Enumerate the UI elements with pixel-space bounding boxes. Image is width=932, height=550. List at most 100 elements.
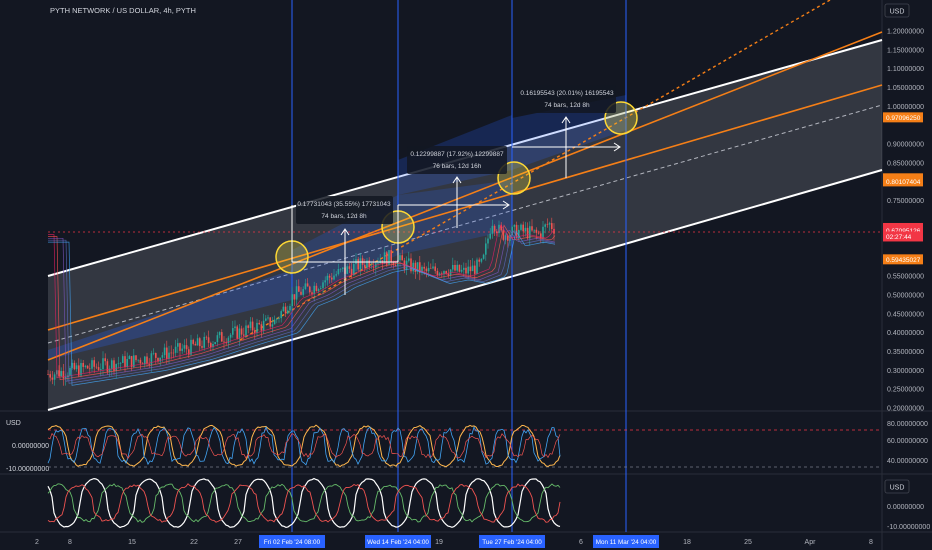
osc1-right-tick: 40.00000000 bbox=[887, 458, 928, 465]
price-tick: 1.10000000 bbox=[887, 66, 924, 73]
candle-body bbox=[49, 374, 51, 378]
candle-body bbox=[328, 275, 331, 278]
candle-body bbox=[232, 328, 234, 335]
osc1-currency: USD bbox=[6, 420, 21, 427]
svg-text:0.16195543 (20.01%) 16195543: 0.16195543 (20.01%) 16195543 bbox=[520, 90, 614, 97]
candle-body bbox=[122, 356, 124, 363]
time-tick: 15 bbox=[128, 539, 136, 546]
price-axis[interactable]: 1.20000000 1.15000000 1.10000000 1.05000000… bbox=[887, 29, 924, 413]
candle-body bbox=[317, 289, 320, 292]
osc1-lines[interactable] bbox=[47, 424, 561, 468]
candle-body bbox=[535, 229, 538, 233]
time-tick: 8 bbox=[68, 539, 72, 546]
candle-body bbox=[245, 325, 247, 336]
candle-body bbox=[163, 347, 166, 356]
candle-body bbox=[471, 265, 474, 272]
price-tick: 0.85000000 bbox=[887, 160, 924, 167]
candle-body bbox=[390, 250, 392, 263]
candle-body bbox=[82, 363, 84, 367]
candle-body bbox=[179, 343, 181, 351]
svg-text:74 bars, 12d 8h: 74 bars, 12d 8h bbox=[544, 102, 590, 109]
price-tick: 0.40000000 bbox=[887, 330, 924, 337]
candle-body bbox=[377, 263, 379, 264]
price-tick: 1.20000000 bbox=[887, 29, 924, 36]
candle-body bbox=[300, 291, 302, 295]
candle-body bbox=[430, 267, 432, 269]
candle-body bbox=[414, 262, 417, 272]
candle-body bbox=[60, 371, 62, 377]
candle-body bbox=[491, 225, 494, 234]
candle-body bbox=[348, 266, 351, 269]
osc2-right-tick: -10.00000000 bbox=[887, 524, 930, 531]
candle-body bbox=[234, 326, 236, 329]
osc1-right-tick: 60.00000000 bbox=[887, 438, 928, 445]
candle-body bbox=[93, 360, 95, 367]
candle-body bbox=[465, 267, 467, 274]
candle-body bbox=[119, 362, 122, 364]
candle-body bbox=[313, 285, 315, 295]
candle-body bbox=[551, 223, 553, 229]
trend-line-orange[interactable] bbox=[47, 84, 883, 331]
candle-body bbox=[221, 332, 223, 342]
candle-body bbox=[399, 255, 401, 261]
candle-body bbox=[278, 318, 280, 319]
candle-body bbox=[203, 336, 205, 348]
osc2-lines[interactable] bbox=[47, 477, 561, 529]
candle-body bbox=[240, 328, 243, 335]
time-tick: Apr bbox=[805, 539, 817, 546]
candle-body bbox=[542, 226, 544, 238]
candle-body bbox=[478, 259, 480, 262]
candle-body bbox=[333, 275, 335, 280]
candle-body bbox=[331, 277, 333, 280]
candle-body bbox=[262, 320, 265, 331]
candle-body bbox=[128, 356, 131, 360]
candle-body bbox=[304, 283, 307, 290]
osc1-left-tick: 0.00000000 bbox=[12, 443, 49, 450]
candle-body bbox=[271, 324, 274, 327]
candle-body bbox=[185, 345, 188, 350]
price-tick: 0.35000000 bbox=[887, 349, 924, 356]
time-highlight-text: Tue 27 Feb '24 04:00 bbox=[482, 539, 542, 546]
candle-body bbox=[513, 224, 516, 227]
candle-body bbox=[315, 285, 318, 292]
chart-stage: 0.17731043 (35.55%) 17731043 74 bars, 12… bbox=[0, 0, 932, 550]
osc1-left-tick: -10.00000000 bbox=[6, 466, 49, 473]
price-tick: 0.20000000 bbox=[887, 406, 924, 413]
candle-body bbox=[91, 360, 93, 369]
candle-body bbox=[295, 286, 298, 300]
candle-body bbox=[227, 337, 230, 344]
svg-text:0.12299887 (17.92%) 12299887: 0.12299887 (17.92%) 12299887 bbox=[410, 151, 504, 158]
candle-body bbox=[170, 352, 172, 354]
price-tick: 0.30000000 bbox=[887, 368, 924, 375]
candle-body bbox=[199, 338, 201, 347]
candle-body bbox=[102, 358, 104, 370]
candle-body bbox=[339, 268, 342, 270]
time-highlights: Fri 02 Feb '24 08:00 Wed 14 Feb '24 04:00… bbox=[259, 535, 659, 548]
price-badge-text: 0.59435027 bbox=[886, 257, 921, 264]
candle-body bbox=[533, 229, 535, 231]
svg-text:74 bars, 12d 8h: 74 bars, 12d 8h bbox=[321, 213, 367, 220]
candle-body bbox=[467, 266, 469, 274]
candle-body bbox=[456, 264, 458, 271]
candle-body bbox=[298, 286, 300, 292]
time-tick: 22 bbox=[190, 539, 198, 546]
candle-body bbox=[210, 342, 212, 348]
svg-text:0.17731043 (35.55%) 17731043: 0.17731043 (35.55%) 17731043 bbox=[297, 201, 391, 208]
candle-body bbox=[342, 267, 344, 269]
candle-body bbox=[410, 258, 412, 272]
candle-body bbox=[62, 371, 65, 379]
time-axis[interactable]: 2 8 15 22 27 19 6 18 25 Apr 8 bbox=[35, 539, 873, 546]
candle-body bbox=[139, 359, 142, 364]
candle-body bbox=[75, 365, 78, 370]
candle-body bbox=[190, 339, 192, 355]
candle-body bbox=[522, 224, 524, 232]
candle-body bbox=[117, 363, 120, 365]
price-tick: 0.75000000 bbox=[887, 198, 924, 205]
osc2-right-tick: 0.00000000 bbox=[887, 504, 924, 511]
price-chart[interactable]: 0.17731043 (35.55%) 17731043 74 bars, 12… bbox=[0, 0, 932, 550]
candle-body bbox=[104, 358, 106, 362]
time-tick: 25 bbox=[744, 539, 752, 546]
candle-body bbox=[482, 254, 485, 259]
candle-body bbox=[434, 266, 436, 271]
candle-body bbox=[69, 367, 71, 376]
